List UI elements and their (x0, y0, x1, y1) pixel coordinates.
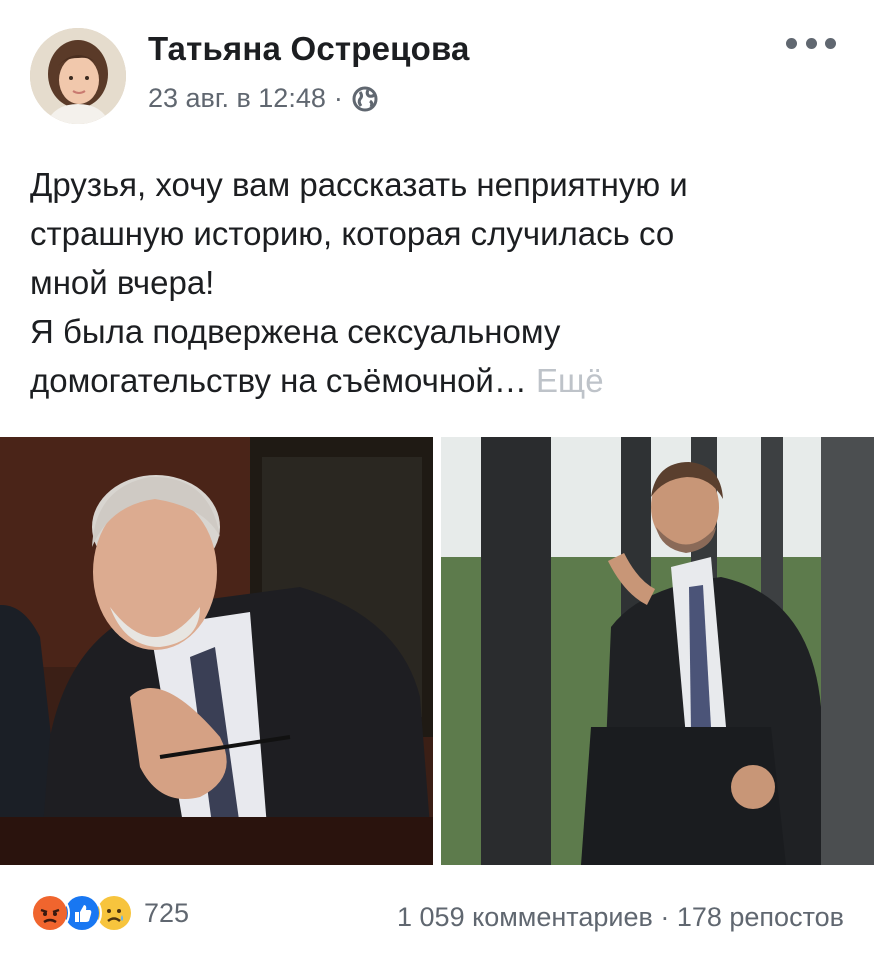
more-options-button[interactable] (786, 28, 836, 58)
post-text-line: Друзья, хочу вам рассказать неприятную и (30, 166, 688, 203)
post-text-line: мной вчера! (30, 264, 215, 301)
angry-reaction-icon (30, 893, 70, 933)
see-more-link[interactable]: Ещё (536, 362, 604, 399)
more-dot (825, 37, 836, 49)
author-name[interactable]: Татьяна Острецова (148, 30, 470, 68)
post-text-line: Я была подвержена сексуальному (30, 313, 561, 350)
post-date[interactable]: 23 авг. в 12:48 (148, 83, 326, 114)
post-header: Татьяна Острецова 23 авг. в 12:48 · (0, 0, 874, 140)
post-stats: 1 059 комментариев · 178 репостов (397, 902, 844, 933)
meta-separator: · (333, 83, 343, 113)
author-avatar[interactable] (30, 28, 126, 124)
comments-count[interactable]: 1 059 комментариев (397, 902, 653, 932)
stats-separator: · (660, 902, 670, 932)
photo-grid (0, 437, 874, 865)
photo-right[interactable] (441, 437, 874, 865)
shares-count[interactable]: 178 репостов (677, 902, 844, 932)
post-meta: 23 авг. в 12:48 · (148, 83, 379, 114)
post-text-line: домогательству на съёмочной… (30, 362, 527, 399)
globe-icon (351, 85, 379, 113)
more-dot (805, 37, 817, 49)
reaction-count[interactable]: 725 (144, 898, 189, 929)
more-dot (786, 37, 797, 49)
post-text-line: страшную историю, которая случилась со (30, 215, 675, 252)
photo-left[interactable] (0, 437, 433, 865)
post-text: Друзья, хочу вам рассказать неприятную и… (30, 160, 850, 405)
post-text-last-line: домогательству на съёмочной… Ещё (30, 356, 850, 405)
post-footer: 725 1 059 комментариев · 178 репостов (0, 880, 874, 950)
reactions-summary[interactable]: 725 (30, 893, 189, 933)
